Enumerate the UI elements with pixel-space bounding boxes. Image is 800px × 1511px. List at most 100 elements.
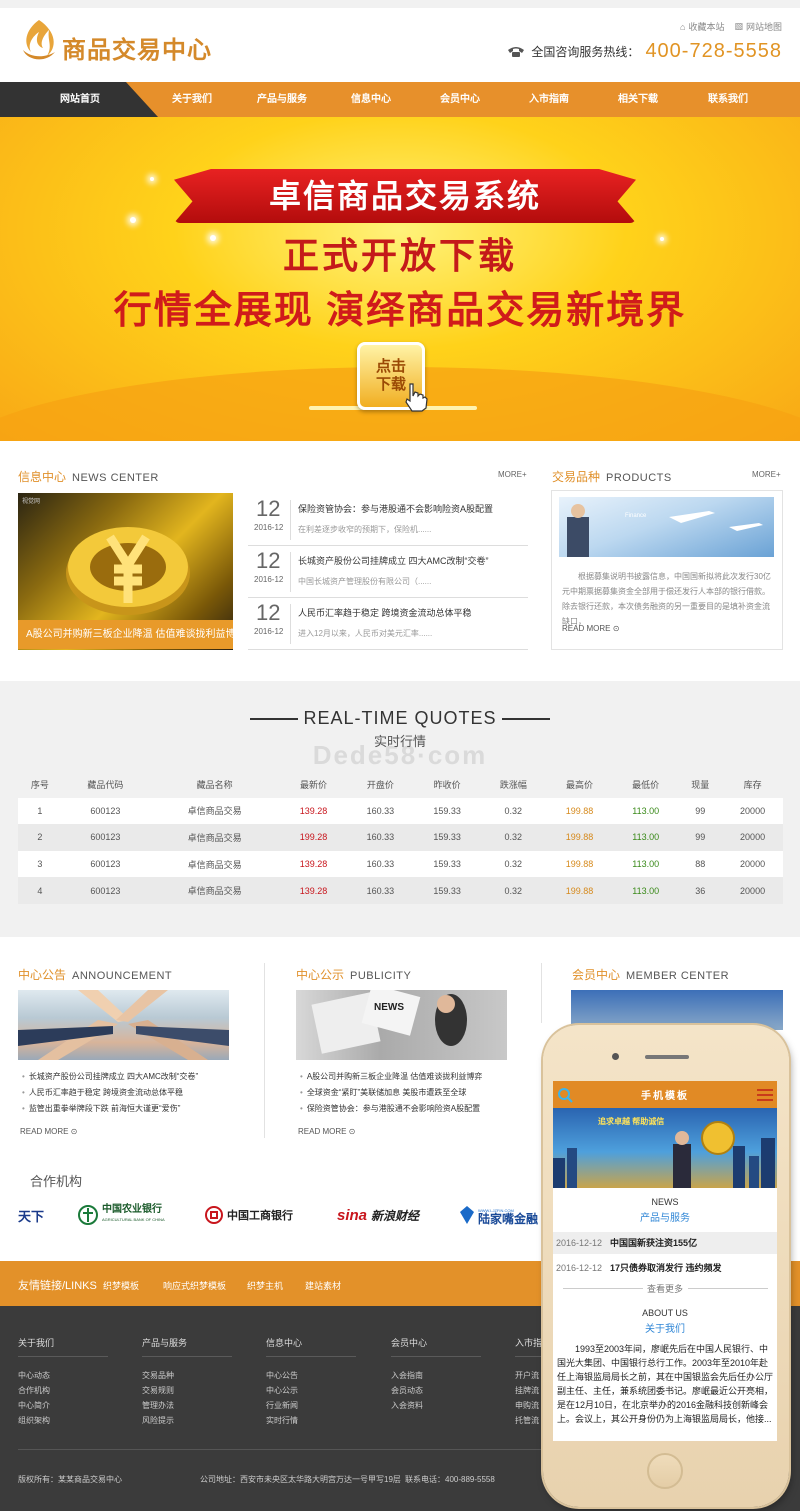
news-title-en: NEWS CENTER [72,472,159,484]
sparkle-icon [130,217,136,223]
cell: 199.88 [565,805,594,816]
list-item[interactable]: 全球资金“紧盯”美联储加息 美股市遭跌至全球 [300,1085,482,1101]
nav-item-download[interactable]: 相关下载 [598,82,678,117]
sparkle-icon [150,177,154,181]
nav-item-guide[interactable]: 入市指南 [509,82,589,117]
site-logo-text[interactable]: 商品交易中心 [62,30,212,65]
mobile-news-item[interactable]: 2016-12-12 中国国新获注资155亿 [553,1232,777,1254]
sina-logo-mark: sina [337,1206,368,1224]
news-more-link[interactable]: MORE+ [498,470,527,479]
news-item[interactable]: 12 2016-12 长城资产股份公司挂牌成立 四大AMC改制“交卷” 中国长城… [248,546,528,598]
mobile-more-link[interactable]: 查看更多 [553,1282,777,1295]
col-header: 最新价 [300,779,328,790]
nav-item-member[interactable]: 会员中心 [420,82,500,117]
friend-link[interactable]: 建站素材 [305,1279,341,1292]
news-title: 17只债券取消发行 违约频发 [610,1263,722,1273]
news-title[interactable]: 人民币汇率趋于稳定 跨境资金流动总体平稳 [298,606,472,619]
publicity-image[interactable]: NEWS [296,990,507,1060]
footer-col-title[interactable]: 信息中心 [266,1336,302,1349]
footer-link[interactable]: 挂牌流 [515,1385,539,1396]
footer-col-title[interactable]: 会员中心 [391,1336,427,1349]
cell: 卓信商品交易 [187,806,242,817]
publicity-read-more[interactable]: READ MORE ⊙ [298,1127,355,1136]
footer-link[interactable]: 会员动态 [391,1385,423,1396]
quotes-table: 序号 藏品代码 藏品名称 最新价 开盘价 昨收价 跌涨幅 最高价 最低价 现量 … [18,771,783,904]
footer-link[interactable]: 管理办法 [142,1400,174,1411]
quotes-title-en: REAL-TIME QUOTES [303,708,497,728]
partner-name: 新浪财经 [371,1208,420,1223]
menu-icon[interactable] [757,1088,773,1102]
footer-col-title[interactable]: 关于我们 [18,1336,54,1349]
footer-link[interactable]: 交易品种 [142,1370,174,1381]
cell: 0.32 [504,805,523,816]
footer-col-title[interactable]: 入市指 [515,1336,542,1349]
news-desc: 在利差逐步收窄的预期下，保险机...... [298,525,432,534]
partner-icbc[interactable]: 中国工商银行 [205,1203,293,1227]
friend-link[interactable]: 响应式织梦模板 [163,1279,226,1292]
publicity-image-text: NEWS [374,1002,404,1013]
footer-link[interactable]: 风险提示 [142,1415,174,1426]
footer-link[interactable]: 入会资料 [391,1400,423,1411]
table-row[interactable]: 1 600123 卓信商品交易 139.28 160.33 159.33 0.32 199.8… [18,797,783,825]
table-row[interactable]: 3 600123 卓信商品交易 139.28 160.33 159.33 0.32 199.8… [18,850,783,878]
footer-link[interactable]: 开户流 [515,1370,539,1381]
arrow-circle-icon: ⊙ [612,624,620,633]
flame-logo-icon[interactable] [17,18,59,62]
mobile-news-item[interactable]: 2016-12-12 17只债券取消发行 违约频发 [553,1257,777,1279]
hero-banner[interactable]: 卓信商品交易系统 正式开放下载 行情全展现 演绎商品交易新境界 点击 下载 [0,117,800,441]
footer-link[interactable]: 组织架构 [18,1415,50,1426]
cell: 113.00 [632,832,660,843]
divider [290,500,291,540]
footer-link[interactable]: 申购流 [515,1400,539,1411]
footer-link[interactable]: 入会指南 [391,1370,423,1381]
news-day: 12 [256,548,281,573]
cell: 1 [37,805,43,816]
partner-tianxia[interactable]: 天下 [18,1203,44,1227]
member-image[interactable] [571,990,783,1030]
list-item[interactable]: 监管出重拳举牌段下跌 前海恒大谨更“爱伤” [22,1101,198,1117]
sitemap-link[interactable]: ▧ 网站地图 [734,20,782,33]
footer-link[interactable]: 中心动态 [18,1370,50,1381]
announcement-read-more[interactable]: READ MORE ⊙ [20,1127,77,1136]
list-item[interactable]: 长城资产股份公司挂牌成立 四大AMC改制“交卷” [22,1069,198,1085]
footer-link[interactable]: 中心公示 [266,1385,298,1396]
friend-link[interactable]: 织梦模板 [103,1279,139,1292]
list-item[interactable]: 人民币汇率趋于稳定 跨境资金流动总体平稳 [22,1085,198,1101]
nav-item-contact[interactable]: 联系我们 [688,82,768,117]
products-read-more[interactable]: READ MORE ⊙ [562,624,619,633]
nav-item-info[interactable]: 信息中心 [331,82,411,117]
partner-abc[interactable]: 中国农业银行 AGRICULTURAL BANK OF CHINA [78,1203,165,1227]
footer-link[interactable]: 中心简介 [18,1400,50,1411]
footer-link[interactable]: 合作机构 [18,1385,50,1396]
news-title[interactable]: 保险资管协会：参与港股通不会影响险资A股配置 [298,502,493,515]
bookmark-link[interactable]: ⌂ 收藏本站 [680,20,724,33]
products-more-link[interactable]: MORE+ [752,470,781,479]
mobile-banner[interactable] [553,1108,777,1188]
footer-link[interactable]: 交易规则 [142,1385,174,1396]
footer-link[interactable]: 托管流 [515,1415,539,1426]
footer-link[interactable]: 中心公告 [266,1370,298,1381]
news-feature-caption[interactable]: A股公司并购新三板企业降温 估值难谈拢利益博弈 [18,620,233,649]
footer-link[interactable]: 行业新闻 [266,1400,298,1411]
news-title[interactable]: 长城资产股份公司挂牌成立 四大AMC改制“交卷” [298,554,489,567]
cell: 159.33 [433,832,461,843]
footer-col-rule [266,1356,356,1357]
nav-item-home[interactable]: 网站首页 [40,82,120,117]
list-item[interactable]: A股公司并购新三板企业降温 估值难谈拢利益博弈 [300,1069,483,1085]
products-image[interactable]: Finance [559,497,774,557]
partner-sina[interactable]: sina 新浪财经 [337,1203,419,1227]
read-more-label: READ MORE [298,1127,347,1136]
news-item[interactable]: 12 2016-12 保险资管协会：参与港股通不会影响险资A股配置 在利差逐步收… [248,494,528,546]
nav-item-products[interactable]: 产品与服务 [242,82,322,117]
footer-col-title[interactable]: 产品与服务 [142,1336,187,1349]
announcement-image[interactable] [18,990,229,1060]
footer-link[interactable]: 实时行情 [266,1415,298,1426]
list-item[interactable]: 保险资管协会：参与港股通不会影响险资A股配置 [300,1101,482,1117]
table-row[interactable]: 4 600123 卓信商品交易 139.28 160.33 159.33 0.32 199.8… [18,877,783,904]
friend-link[interactable]: 织梦主机 [247,1279,283,1292]
table-row[interactable]: 2 600123 卓信商品交易 199.28 160.33 159.33 0.32 199.8… [18,824,783,851]
news-item[interactable]: 12 2016-12 人民币汇率趋于稳定 跨境资金流动总体平稳 进入12月以来，… [248,598,528,650]
partner-ljz[interactable]: WWW.LJZFIN.COM 陆家嘴金融 [460,1203,545,1227]
cell: 20000 [740,805,766,816]
nav-item-about[interactable]: 关于我们 [152,82,232,117]
